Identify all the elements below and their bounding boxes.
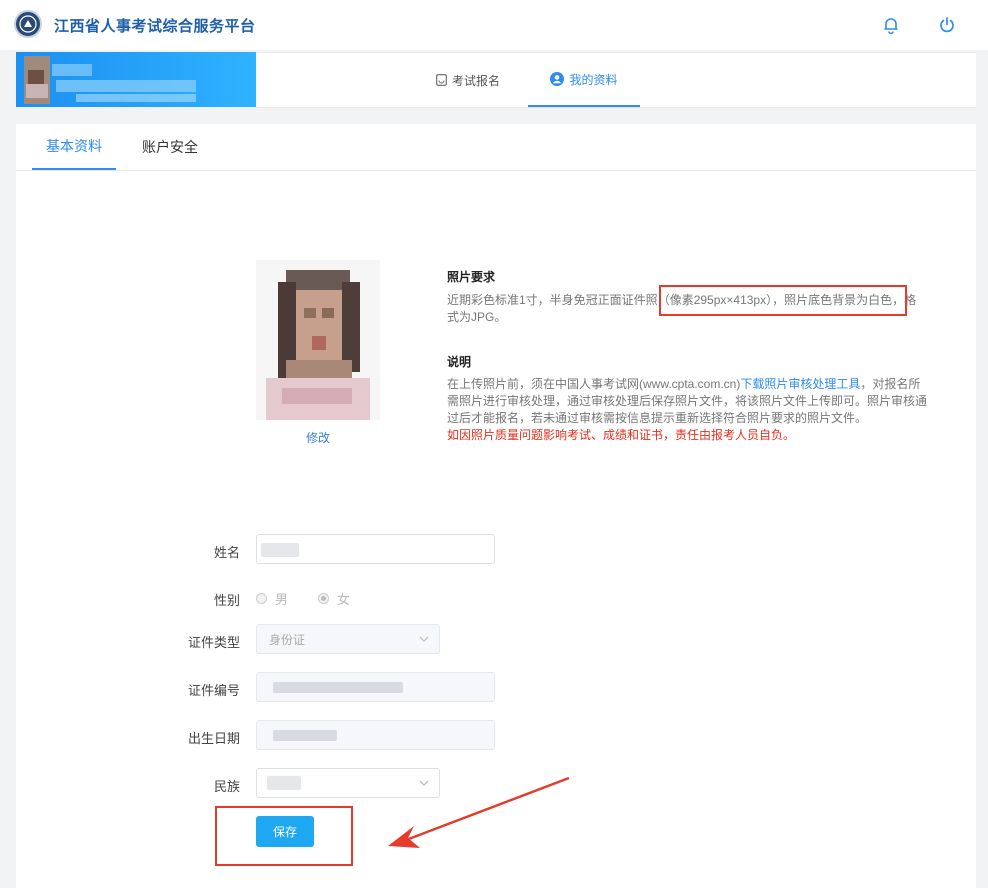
top-header: 江西省人事考试综合服务平台 <box>0 0 988 50</box>
tab-account-security[interactable]: 账户安全 <box>128 124 212 170</box>
name-label: 姓名 <box>213 545 240 560</box>
profile-subtabs: 基本资料 账户安全 <box>16 124 976 171</box>
user-banner <box>16 52 256 107</box>
birth-date-label: 出生日期 <box>187 731 240 746</box>
req-text-highlight: （像素295px×413px），照片底色背景为白色 <box>657 293 893 307</box>
download-tool-link[interactable]: 下载照片审核处理工具 <box>740 377 860 391</box>
gender-female-radio[interactable] <box>318 592 330 604</box>
annotation-arrow-icon <box>388 776 570 848</box>
tab-basic-info[interactable]: 基本资料 <box>32 124 116 170</box>
id-type-select[interactable]: 身份证 <box>256 624 440 654</box>
warning-text: 如因照片质量问题影响考试、成绩和证书，责任由报考人员自负。 <box>447 428 796 442</box>
gender-radio-group: 男 女 <box>256 589 350 607</box>
id-number-label: 证件编号 <box>187 683 240 698</box>
power-icon[interactable] <box>934 12 960 38</box>
instructions-title: 说明 <box>447 355 472 369</box>
tab-exam-registration[interactable]: 考试报名 <box>436 53 500 107</box>
gender-male-radio[interactable] <box>256 592 267 604</box>
birth-date-blur <box>273 730 337 741</box>
main-nav: 考试报名 我的资料 <box>256 53 976 108</box>
gender-female-label: 女 <box>337 591 351 607</box>
user-info-blur <box>56 80 196 92</box>
birth-date-input[interactable] <box>256 720 495 750</box>
user-name-blur <box>52 64 92 76</box>
gender-male-label: 男 <box>275 591 289 607</box>
photo-requirements-title: 照片要求 <box>447 270 496 284</box>
id-number-input[interactable] <box>256 672 495 702</box>
gender-label: 性别 <box>213 593 240 608</box>
photo-requirements-text: 近期彩色标准1寸，半身免冠正面证件照（像素295px×413px），照片底色背景… <box>447 292 927 326</box>
name-input[interactable] <box>256 534 495 564</box>
ethnicity-label: 民族 <box>213 779 240 794</box>
bell-icon[interactable] <box>878 12 904 38</box>
tab-exam-label: 考试报名 <box>452 73 501 88</box>
instructions-text: 在上传照片前，须在中国人事考试网(www.cpta.com.cn)下载照片审核处… <box>447 376 927 444</box>
avatar-pixel <box>28 70 44 84</box>
chevron-down-icon <box>419 636 429 642</box>
edit-photo-link[interactable]: 修改 <box>256 429 380 446</box>
exam-icon <box>436 74 447 86</box>
save-button[interactable]: 保存 <box>256 816 314 847</box>
req-text-part: 近期彩色标准1寸，半身免冠正面证件照 <box>447 293 658 307</box>
logo-emblem <box>14 10 42 38</box>
emblem-icon <box>19 15 37 33</box>
id-photo[interactable] <box>256 260 380 420</box>
id-type-value: 身份证 <box>269 632 306 647</box>
name-value-blur <box>261 543 299 557</box>
tab-profile-label: 我的资料 <box>569 72 618 87</box>
tab-my-profile[interactable]: 我的资料 <box>528 53 640 107</box>
user-icon <box>550 72 565 86</box>
id-number-blur <box>273 682 403 693</box>
profile-card: 基本资料 账户安全 修改 照片要求 近期彩色标准1寸，半身免冠正面证件照（像素2… <box>16 124 976 888</box>
site-title[interactable]: 江西省人事考试综合服务平台 <box>54 15 256 36</box>
user-info-blur <box>76 94 196 102</box>
avatar-pixel <box>26 84 48 98</box>
ethnicity-value-blur <box>267 776 301 790</box>
id-type-label: 证件类型 <box>187 635 240 650</box>
instr-text-part: 在上传照片前，须在中国人事考试网(www.cpta.com.cn) <box>447 377 741 391</box>
